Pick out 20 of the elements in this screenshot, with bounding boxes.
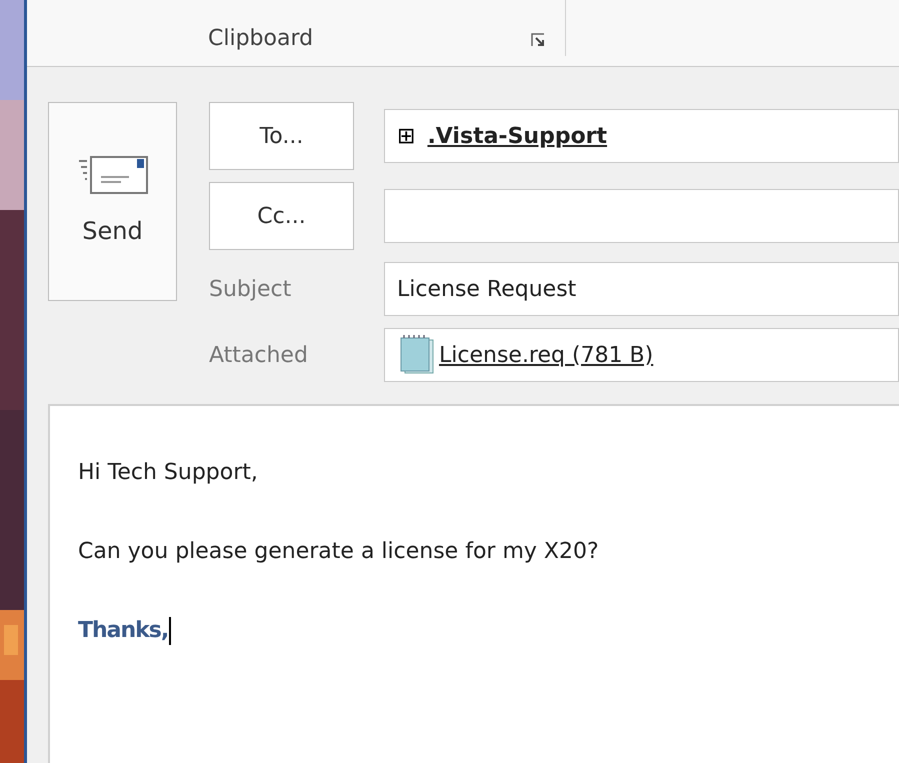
body-text: Hi Tech Support, [78,459,258,487]
message-body[interactable]: Hi Tech Support, Can you please generate a license for my X20? Thanks, [48,404,899,763]
body-text: Can you please generate a license for my X20? [78,538,599,566]
cc-button[interactable]: Cc... [209,182,354,250]
to-button[interactable]: To... [209,102,354,170]
expand-glyph[interactable]: ⊞ [397,120,416,152]
attachment-field[interactable]: License.req (781 B) [384,328,899,382]
envelope-icon [76,154,148,194]
subject-field[interactable]: License Request [384,262,899,316]
to-field[interactable]: ⊞ .Vista-Support [384,109,899,163]
attachment-link[interactable]: License.req (781 B) [439,338,654,372]
cc-field[interactable] [384,189,899,243]
text-cursor [169,616,172,644]
subject-label: Subject [209,276,292,304]
body-text: Thanks, [78,617,168,645]
ribbon-group-label: Clipboard [208,24,314,52]
dialog-launcher-icon[interactable] [531,33,545,47]
attached-label: Attached [209,342,309,370]
send-button[interactable]: Send [48,102,177,301]
recipient-link[interactable]: .Vista-Support [427,120,608,152]
